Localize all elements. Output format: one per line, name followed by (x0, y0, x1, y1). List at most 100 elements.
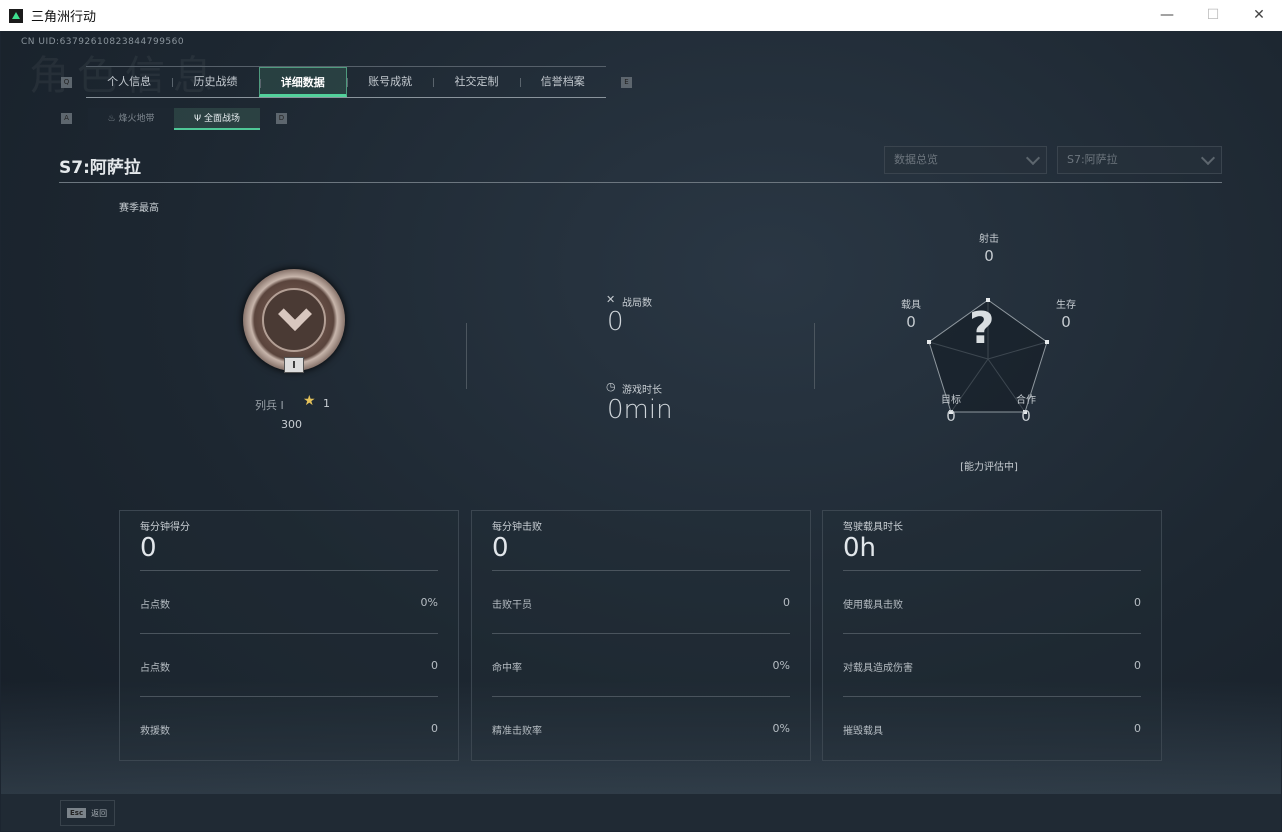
stat-row: 使用载具击败 0 (843, 570, 1141, 633)
season-dropdown-value: S7:阿萨拉 (1067, 153, 1118, 166)
radar-value-vehicle: 0 (906, 313, 916, 331)
tab-history[interactable]: 历史战绩 (172, 67, 258, 97)
card-value: 0h (843, 533, 877, 563)
stat-row: 摧毁载具 0 (843, 696, 1141, 759)
stat-value: 0 (431, 722, 438, 735)
stat-card-kills: 每分钟击败 0 击败干员 0 命中率 0% 精准击败率 0% (471, 510, 811, 761)
key-hint-a[interactable]: A (61, 113, 72, 124)
radar-label-teamwork: 合作 (1016, 395, 1036, 406)
radar-label-vehicle: 载具 (901, 300, 921, 311)
divider (814, 323, 815, 389)
rank-numeral: I (284, 357, 304, 373)
mode-dropdown[interactable]: 数据总览 (884, 146, 1047, 174)
key-hint-d[interactable]: D (276, 113, 287, 124)
sub-tabs: ♨ 烽火地带 Ψ 全面战场 (88, 108, 260, 130)
minimize-button[interactable]: — (1144, 0, 1190, 31)
stat-label: 精准击败率 (492, 726, 542, 737)
stat-card-score: 每分钟得分 0 占点数 0% 占点数 0 救援数 0 (119, 510, 459, 761)
stat-label: 命中率 (492, 663, 522, 674)
radar-value-objective: 0 (946, 407, 956, 425)
tab-achievements[interactable]: 账号成就 (346, 67, 433, 97)
tab-detailed-data[interactable]: 详细数据 (258, 67, 347, 97)
stat-row: 占点数 0 (140, 633, 438, 696)
stat-row: 精准击败率 0% (492, 696, 790, 759)
stat-row: 命中率 0% (492, 633, 790, 696)
card-title: 驾驶载具时长 (843, 522, 903, 533)
stat-value: 0 (1134, 659, 1141, 672)
uid-label: CN UID:63792610823844799560 (21, 37, 185, 47)
back-button[interactable]: Esc 返回 (60, 800, 115, 826)
tab-personal-info[interactable]: 个人信息 (86, 67, 172, 97)
key-hint-e[interactable]: E (621, 77, 632, 88)
matches-icon: ✕ (606, 293, 616, 306)
stat-row: 击败干员 0 (492, 570, 790, 633)
subtab-hazard-zone[interactable]: ♨ 烽火地带 (88, 108, 174, 130)
stat-label: 摧毁载具 (843, 726, 883, 737)
divider (59, 182, 1222, 183)
stat-label: 占点数 (140, 663, 170, 674)
stat-value: 0 (783, 596, 790, 609)
radar-value-teamwork: 0 (1021, 407, 1031, 425)
rank-score: 300 (281, 418, 302, 431)
stat-value: 0% (420, 596, 438, 609)
season-best-label: 赛季最高 (119, 203, 159, 214)
radar-status: [能力评估中] (960, 462, 1018, 473)
divider (466, 323, 467, 389)
rank-medal-icon: I (243, 269, 345, 373)
stat-label: 对载具造成伤害 (843, 663, 913, 674)
card-value: 0 (140, 533, 157, 563)
matches-value: 0 (607, 307, 624, 337)
season-title: S7:阿萨拉 (59, 158, 141, 178)
chevron-down-icon (1025, 150, 1041, 166)
stat-row: 对载具造成伤害 0 (843, 633, 1141, 696)
title-bar: 三角洲行动 — ☐ ✕ (0, 0, 1282, 31)
matches-label: 战局数 (622, 298, 652, 309)
stat-value: 0 (1134, 722, 1141, 735)
subtab-label: 烽火地带 (118, 114, 155, 124)
stat-label: 使用载具击败 (843, 600, 903, 611)
tab-social[interactable]: 社交定制 (433, 67, 519, 97)
app-icon (9, 8, 23, 23)
stat-value: 0% (772, 722, 790, 735)
main-tabs: 个人信息 历史战绩 详细数据 账号成就 社交定制 信誉档案 (86, 66, 606, 98)
subtab-label: 全面战场 (203, 114, 240, 124)
mode-dropdown-value: 数据总览 (894, 153, 938, 166)
esc-key-hint: Esc (67, 808, 87, 818)
playtime-label: 游戏时长 (622, 385, 662, 396)
star-icon: ★ (303, 393, 316, 409)
stat-value: 0% (772, 659, 790, 672)
card-title: 每分钟击败 (492, 522, 542, 533)
window-title: 三角洲行动 (31, 10, 97, 25)
playtime-value: 0min (607, 395, 673, 425)
chevron-down-icon (1200, 150, 1216, 166)
stat-label: 占点数 (140, 600, 170, 611)
maximize-button[interactable]: ☐ (1190, 0, 1236, 31)
stat-label: 击败干员 (492, 600, 532, 611)
close-button[interactable]: ✕ (1236, 0, 1282, 31)
subtab-battlefield[interactable]: Ψ 全面战场 (174, 108, 260, 130)
radar-value-survival: 0 (1061, 313, 1071, 331)
battlefield-icon: Ψ (194, 114, 204, 124)
stat-value: 0 (1134, 596, 1141, 609)
radar-label-shooting: 射击 (979, 234, 999, 245)
star-count: 1 (323, 397, 330, 410)
radar-value-shooting: 0 (984, 247, 994, 265)
stat-card-vehicle: 驾驶载具时长 0h 使用载具击败 0 对载具造成伤害 0 摧毁载具 0 (822, 510, 1162, 761)
clock-icon: ◷ (606, 380, 616, 393)
back-label: 返回 (91, 808, 108, 818)
card-title: 每分钟得分 (140, 522, 190, 533)
flame-icon: ♨ (107, 114, 119, 124)
key-hint-q[interactable]: Q (61, 77, 72, 88)
card-value: 0 (492, 533, 509, 563)
main-area: 角色信息 CN UID:63792610823844799560 Q 个人信息 … (1, 31, 1281, 831)
radar-label-objective: 目标 (941, 395, 961, 406)
stat-label: 救援数 (140, 726, 170, 737)
stat-row: 救援数 0 (140, 696, 438, 759)
tab-reputation[interactable]: 信誉档案 (519, 67, 606, 97)
radar-center-question: ? (969, 303, 995, 354)
stat-row: 占点数 0% (140, 570, 438, 633)
footer-bar: Esc 返回 (1, 794, 1281, 831)
stat-value: 0 (431, 659, 438, 672)
rank-name: 列兵 I (255, 399, 284, 412)
season-dropdown[interactable]: S7:阿萨拉 (1057, 146, 1222, 174)
